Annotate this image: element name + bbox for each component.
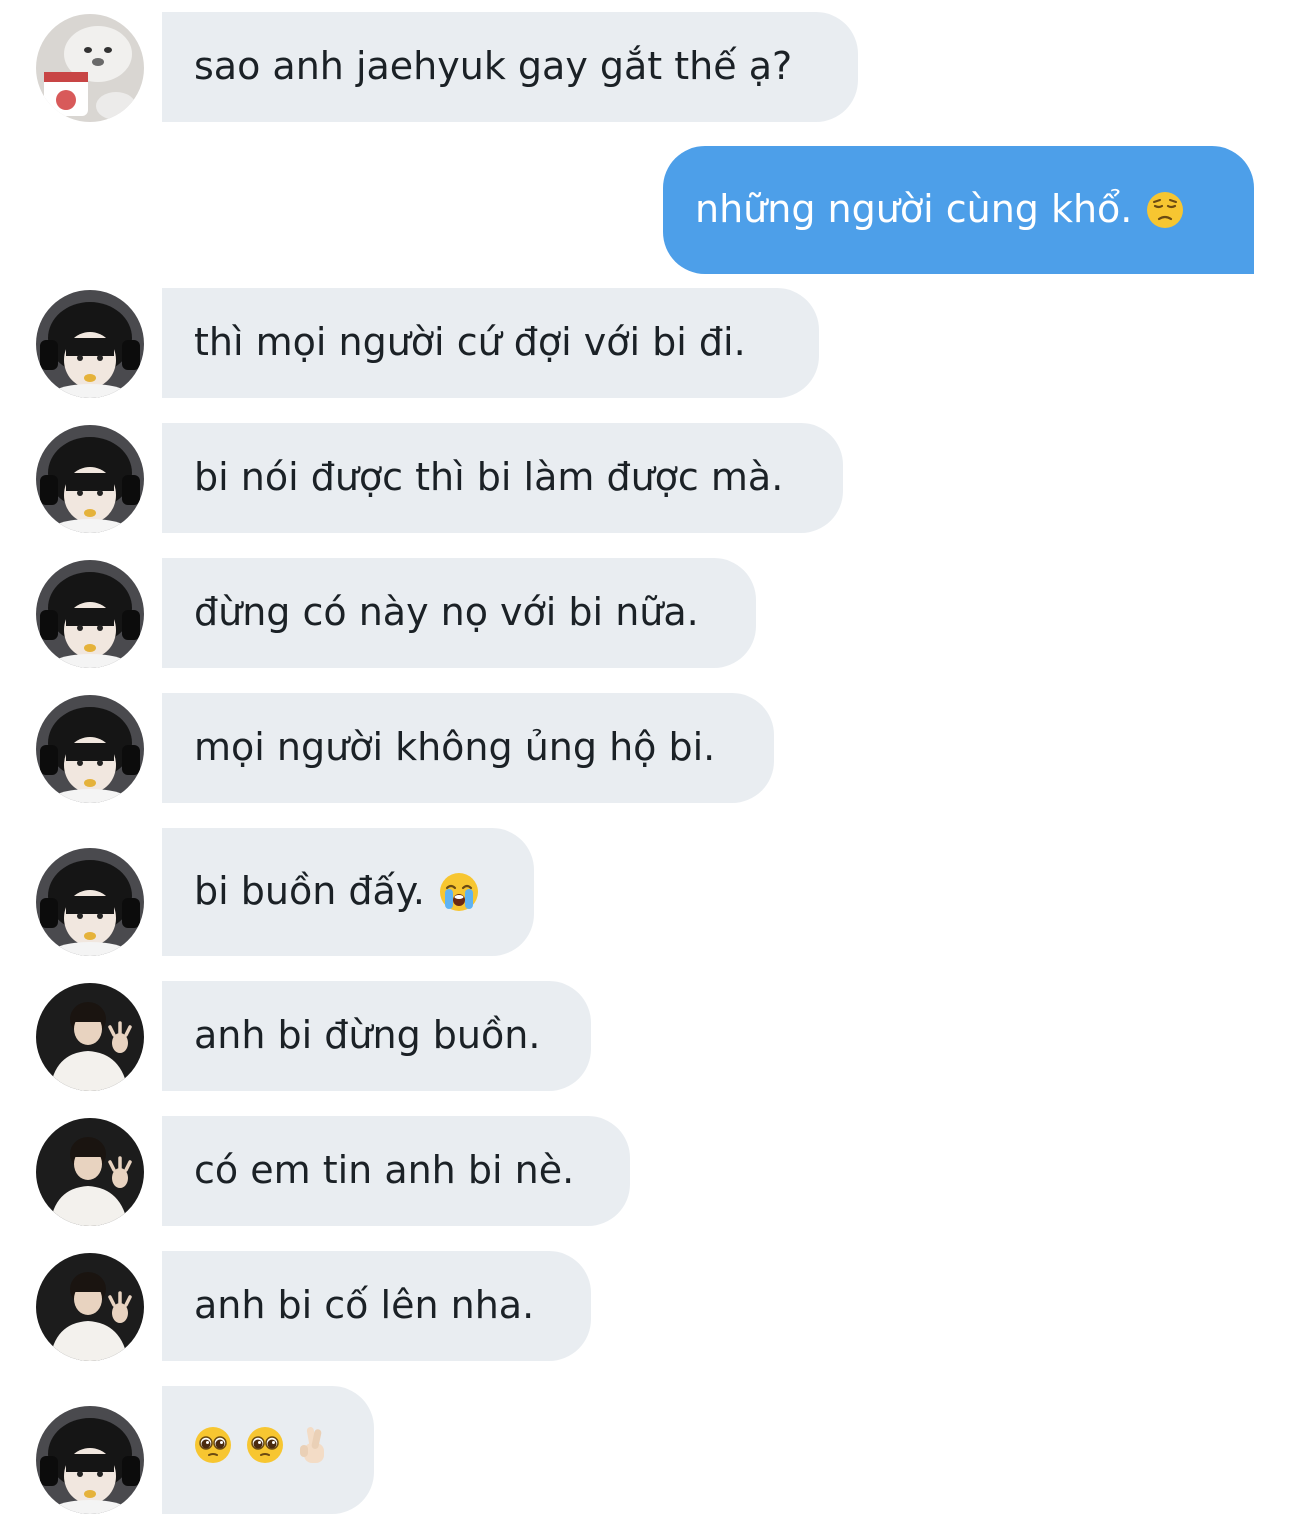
message-text: anh bi đừng buồn. (194, 1013, 541, 1058)
loudly-crying-face-icon (439, 872, 479, 912)
pensive-face-icon (1146, 191, 1184, 229)
emoji-row (194, 1425, 330, 1475)
avatar-bear[interactable] (36, 14, 144, 122)
message-bubble[interactable]: bi nói được thì bi làm được mà. (162, 423, 843, 533)
message-text: những người cùng khổ. (695, 187, 1133, 232)
message-text: thì mọi người cứ đợi với bi đi. (194, 320, 746, 365)
message-bubble-emoji[interactable] (162, 1386, 374, 1514)
message-text: có em tin anh bi nè. (194, 1148, 575, 1193)
message-text: anh bi cố lên nha. (194, 1283, 535, 1328)
avatar-boy-headphones[interactable] (36, 425, 144, 533)
avatar-boy-headphones[interactable] (36, 1406, 144, 1514)
message-bubble[interactable]: đừng có này nọ với bi nữa. (162, 558, 756, 668)
message-text: bi nói được thì bi làm được mà. (194, 455, 784, 500)
message-bubble[interactable]: bi buồn đấy. (162, 828, 534, 956)
message-text: đừng có này nọ với bi nữa. (194, 590, 699, 635)
message-bubble[interactable]: mọi người không ủng hộ bi. (162, 693, 774, 803)
crossed-fingers-icon (298, 1425, 330, 1475)
message-bubble[interactable]: có em tin anh bi nè. (162, 1116, 630, 1226)
message-bubble-outgoing[interactable]: những người cùng khổ. (663, 146, 1254, 274)
avatar-boy-headphones[interactable] (36, 560, 144, 668)
avatar-man-white-shirt[interactable] (36, 1118, 144, 1226)
message-bubble[interactable]: anh bi cố lên nha. (162, 1251, 591, 1361)
avatar-boy-headphones[interactable] (36, 290, 144, 398)
message-text: sao anh jaehyuk gay gắt thế ạ? (194, 44, 793, 89)
message-bubble[interactable]: sao anh jaehyuk gay gắt thế ạ? (162, 12, 858, 122)
pleading-face-icon (194, 1426, 232, 1474)
avatar-boy-headphones[interactable] (36, 848, 144, 956)
message-text: mọi người không ủng hộ bi. (194, 725, 716, 770)
pleading-face-icon (246, 1426, 284, 1474)
message-text: bi buồn đấy. (194, 869, 425, 914)
avatar-man-white-shirt[interactable] (36, 1253, 144, 1361)
message-bubble[interactable]: thì mọi người cứ đợi với bi đi. (162, 288, 819, 398)
message-bubble[interactable]: anh bi đừng buồn. (162, 981, 591, 1091)
avatar-boy-headphones[interactable] (36, 695, 144, 803)
avatar-man-white-shirt[interactable] (36, 983, 144, 1091)
